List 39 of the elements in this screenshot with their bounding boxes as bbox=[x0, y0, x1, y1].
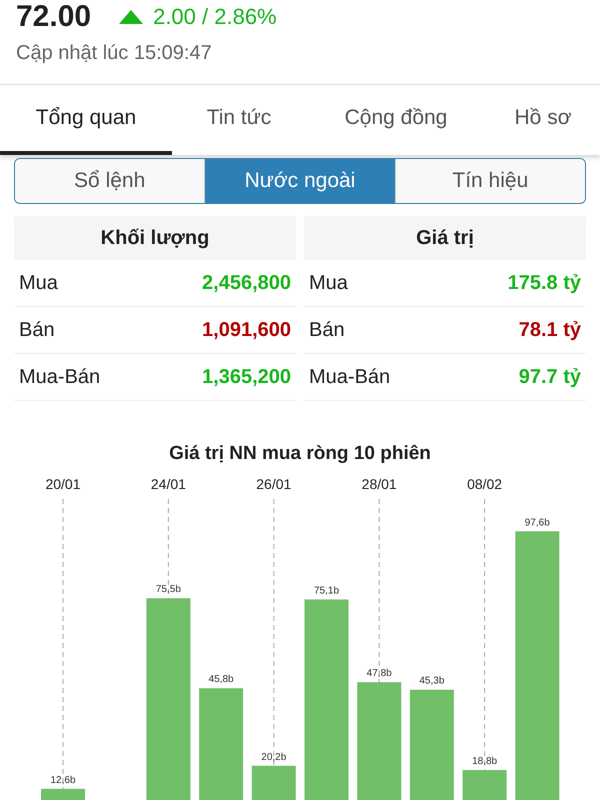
row-value: 175.8 tỷ bbox=[508, 272, 581, 294]
row-value: 1,091,600 bbox=[202, 318, 291, 342]
value-label: 97,6b bbox=[524, 517, 550, 528]
nav-tab[interactable]: Tin tức bbox=[172, 85, 306, 155]
value-label: 18,8b bbox=[472, 756, 498, 768]
row-value: 97.7 tỷ bbox=[518, 366, 581, 388]
value-label: 12,6b bbox=[50, 774, 76, 786]
row-label: Bán bbox=[19, 318, 55, 342]
date-label: 24/01 bbox=[150, 476, 186, 492]
row-value: 1,365,200 bbox=[202, 366, 291, 388]
date-label: 26/01 bbox=[256, 476, 292, 492]
value-label: 75,5b bbox=[156, 584, 181, 596]
update-time: Cập nhật lúc 15:09:47 bbox=[16, 42, 213, 65]
column-header: Khối lượng bbox=[14, 216, 296, 260]
date-label: 28/01 bbox=[362, 476, 397, 492]
segment-tab[interactable]: Nước ngoài bbox=[204, 159, 395, 203]
nav-tab[interactable]: Tổng quan bbox=[0, 85, 172, 155]
row-label: Mua-Bán bbox=[309, 366, 390, 388]
segment-tab[interactable]: Tín hiệu bbox=[394, 159, 585, 203]
segment-tab[interactable]: Sổ lệnh bbox=[15, 159, 204, 203]
value-label: 47,8b bbox=[366, 668, 392, 680]
row-value: 2,456,800 bbox=[202, 272, 291, 294]
value-label: 45,3b bbox=[419, 676, 444, 687]
value-label: 45,8b bbox=[208, 674, 234, 686]
chart-title: Giá trị NN mua ròng 10 phiên bbox=[168, 443, 432, 465]
row-label: Bán bbox=[309, 318, 345, 342]
row-label: Mua-Bán bbox=[19, 366, 100, 388]
row-value: 78.1 tỷ bbox=[518, 318, 581, 342]
value-label: 75,1b bbox=[314, 585, 340, 596]
stock-price: 72.00 bbox=[16, 2, 92, 32]
row-label: Mua bbox=[19, 272, 58, 294]
price-change: 2.00 / 2.86% bbox=[153, 4, 277, 30]
row-label: Mua bbox=[309, 272, 348, 294]
nav-tab[interactable]: Cộng đồng bbox=[306, 85, 486, 155]
date-label: 20/01 bbox=[45, 476, 81, 492]
value-label: 20,2b bbox=[261, 752, 286, 763]
column-header: Giá trị bbox=[304, 216, 586, 260]
date-label: 08/02 bbox=[467, 476, 502, 492]
nav-tab[interactable]: Hồ sơ bbox=[486, 85, 600, 155]
